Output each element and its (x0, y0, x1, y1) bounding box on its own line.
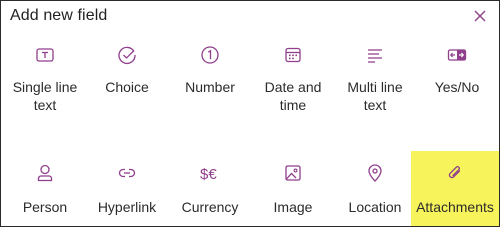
field-type-label: Date and time (264, 79, 322, 113)
field-type-number[interactable]: Number (169, 33, 251, 151)
field-type-label: Location (348, 199, 402, 215)
field-type-label: Attachments (416, 199, 494, 215)
multi-line-text-icon (368, 49, 382, 63)
field-type-grid: Single line text Choice Number Date and … (1, 33, 499, 226)
field-type-single-line-text[interactable]: Single line text (4, 33, 86, 151)
field-type-location[interactable]: Location (334, 151, 416, 226)
field-type-label: Image (273, 199, 313, 215)
image-icon (285, 165, 301, 181)
field-type-label: Single line text (12, 79, 78, 113)
toggle-icon (447, 49, 467, 61)
check-circle-icon (118, 46, 136, 64)
field-type-hyperlink[interactable]: Hyperlink (86, 151, 168, 226)
field-type-label: Hyperlink (97, 199, 157, 215)
field-type-choice[interactable]: Choice (86, 33, 168, 151)
close-icon (474, 10, 486, 22)
field-type-label: Currency (181, 199, 239, 215)
close-button[interactable] (471, 7, 489, 25)
panel-header: Add new field (1, 1, 499, 33)
person-icon (37, 164, 53, 182)
field-type-label: Multi line text (347, 79, 403, 113)
paperclip-icon (448, 166, 461, 179)
field-type-image[interactable]: Image (252, 151, 334, 226)
currency-icon: $€ (200, 166, 217, 183)
number-one-icon (201, 46, 219, 64)
field-type-label: Yes/No (434, 79, 480, 95)
add-field-panel: Add new field Single line text Choice Nu… (0, 0, 500, 227)
field-type-currency[interactable]: $€ Currency (169, 151, 251, 226)
field-type-multi-line-text[interactable]: Multi line text (334, 33, 416, 151)
field-type-label: Person (22, 199, 68, 215)
calendar-icon (285, 47, 301, 63)
field-type-attachments[interactable]: Attachments (411, 151, 499, 226)
svg-text:$€: $€ (200, 166, 217, 183)
field-type-label: Choice (105, 79, 149, 95)
field-type-yes-no[interactable]: Yes/No (416, 33, 498, 151)
text-box-icon (36, 48, 54, 62)
panel-title: Add new field (10, 7, 108, 24)
field-type-date-and-time[interactable]: Date and time (252, 33, 334, 151)
field-type-label: Number (185, 79, 235, 95)
link-icon (118, 168, 136, 178)
field-type-person[interactable]: Person (4, 151, 86, 226)
location-pin-icon (368, 164, 382, 182)
